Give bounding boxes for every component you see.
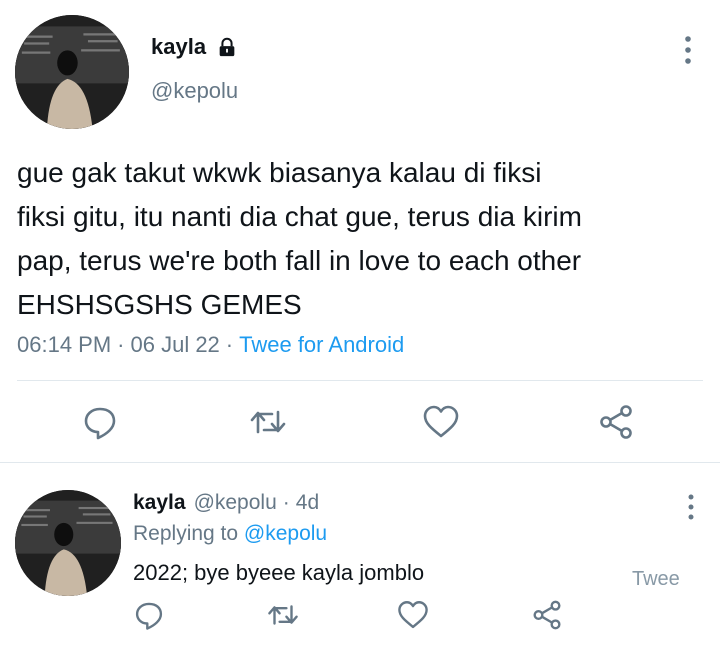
avatar-image (15, 490, 121, 596)
avatar-image (15, 15, 129, 129)
tweet-time: 06:14 PM (17, 332, 112, 357)
author-handle[interactable]: @kepolu (151, 78, 238, 104)
more-vertical-icon[interactable] (678, 34, 698, 68)
lock-icon (216, 36, 238, 58)
retweet-icon[interactable] (248, 402, 288, 442)
tweet-meta: 06:14 PM · 06 Jul 22 · Twee for Android (17, 332, 404, 358)
reply-author-handle[interactable]: @kepolu (194, 491, 277, 515)
author-name[interactable]: kayla (151, 34, 206, 60)
meta-separator: · (225, 332, 234, 357)
retweet-icon[interactable] (266, 598, 300, 632)
author-name-row: kayla (151, 34, 238, 60)
meta-separator: · (117, 332, 125, 357)
reply-icon[interactable] (80, 402, 120, 442)
avatar[interactable] (15, 490, 121, 596)
share-icon[interactable] (596, 402, 636, 442)
reply-text: 2022; bye byeee kayla jomblo (133, 560, 425, 585)
tweet-actions (0, 402, 720, 442)
reply-author-name[interactable]: kayla (133, 491, 186, 515)
replying-to-mention[interactable]: @kepolu (244, 522, 327, 545)
reply-icon[interactable] (132, 598, 166, 632)
avatar[interactable] (15, 15, 129, 129)
heart-icon[interactable] (396, 598, 430, 632)
reply-actions (0, 598, 720, 638)
more-vertical-icon[interactable] (682, 493, 700, 523)
tweet-source-link[interactable]: Twee for Android (239, 332, 404, 358)
reply-header: kayla @kepolu · 4d (133, 491, 319, 515)
replying-to: Replying to @kepolu (133, 522, 327, 546)
divider (17, 380, 703, 381)
reply-source: Twee (632, 568, 680, 590)
tweet-date: 06 Jul 22 (130, 332, 220, 357)
replying-to-prefix: Replying to (133, 522, 239, 545)
tweet-text: gue gak takut wkwk biasanya kalau di fik… (17, 157, 582, 320)
reply-age: 4d (295, 491, 320, 514)
share-icon[interactable] (530, 598, 564, 632)
divider (0, 462, 720, 463)
heart-icon[interactable] (421, 402, 461, 442)
reply-separator: · (282, 491, 290, 514)
